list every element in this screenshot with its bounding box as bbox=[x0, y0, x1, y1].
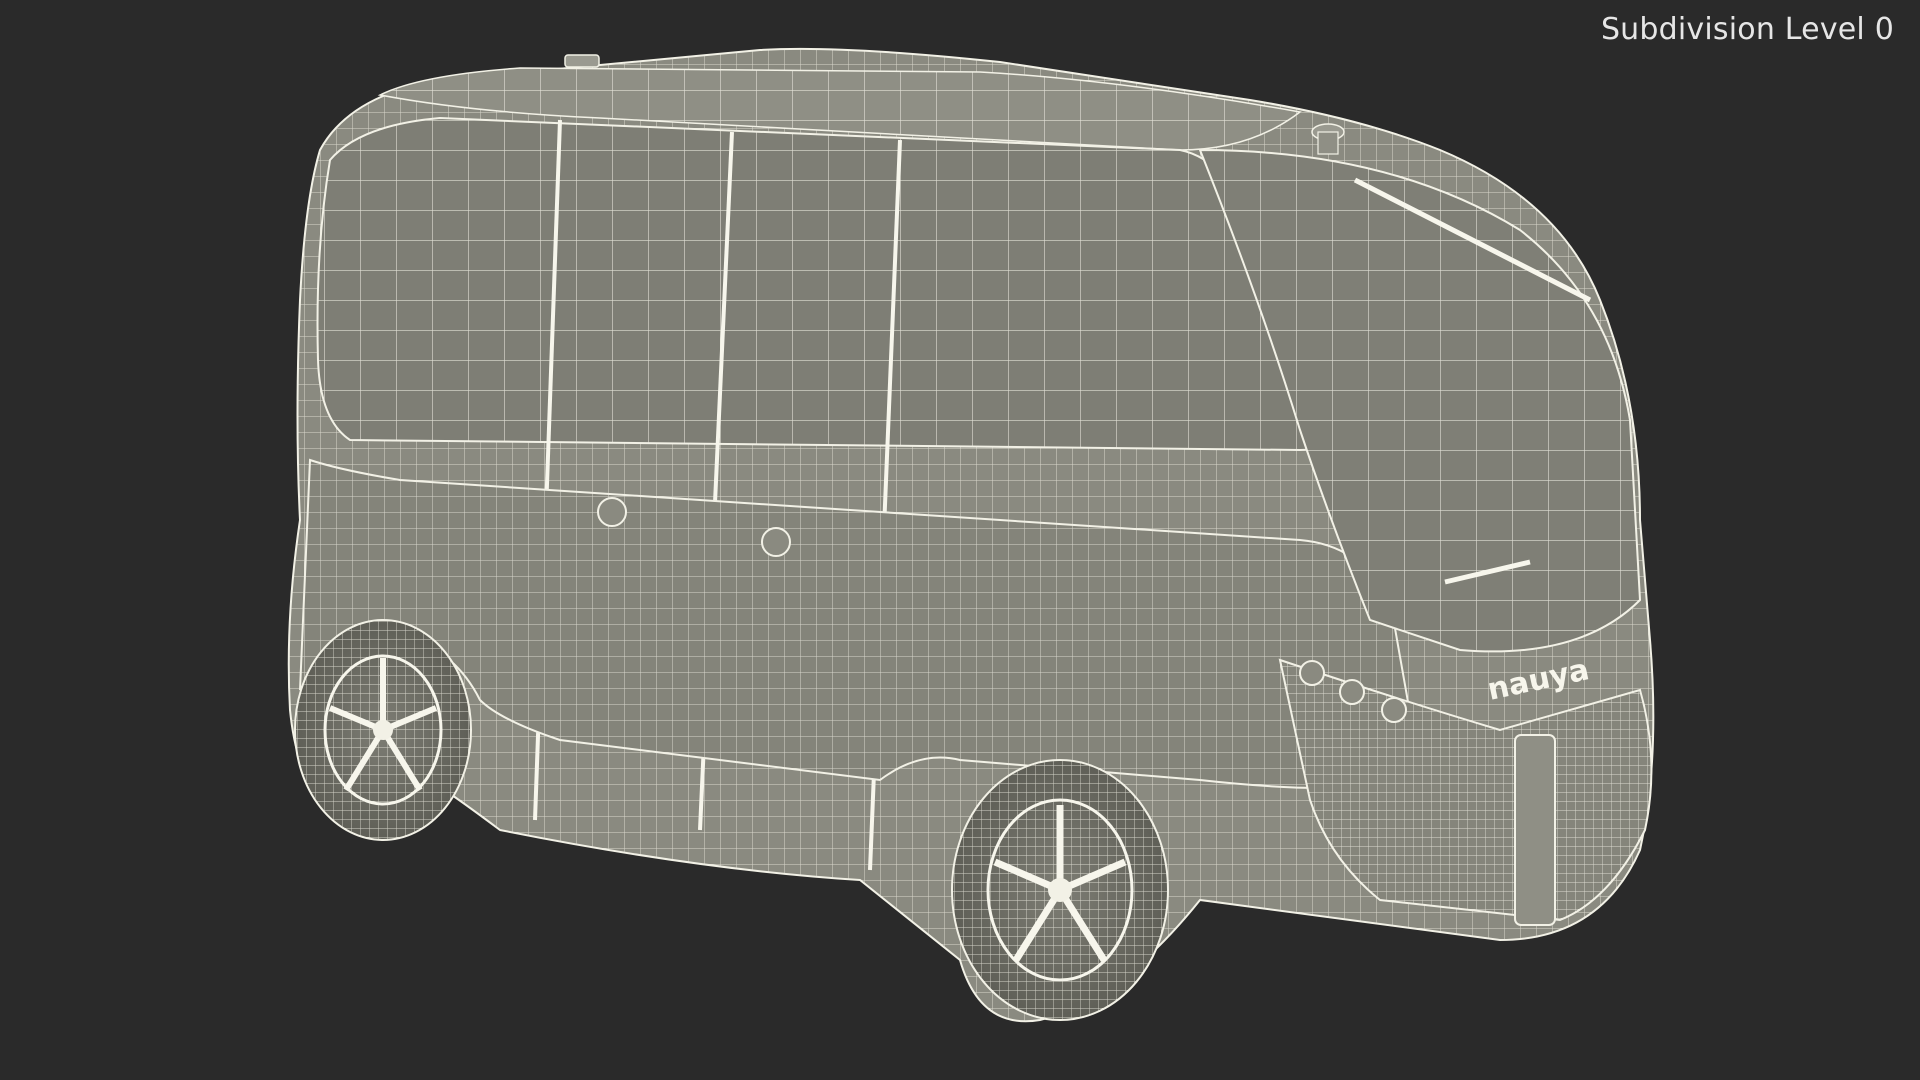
rear-wheel bbox=[294, 619, 472, 841]
roof-sensor-icon bbox=[564, 54, 600, 68]
front-wheel bbox=[951, 759, 1169, 1021]
vehicle-wireframe-render: nauya bbox=[287, 47, 1655, 1023]
door-button-icon bbox=[761, 527, 791, 557]
3d-viewport[interactable]: nauya Subdivision Level 0 bbox=[0, 0, 1920, 1080]
headlight-icon bbox=[1299, 660, 1325, 686]
door-button-icon bbox=[597, 497, 627, 527]
headlight-icon bbox=[1381, 697, 1407, 723]
subdivision-level-label: Subdivision Level 0 bbox=[1600, 12, 1894, 47]
headlight-icon bbox=[1339, 679, 1365, 705]
bumper-post bbox=[1514, 734, 1556, 926]
